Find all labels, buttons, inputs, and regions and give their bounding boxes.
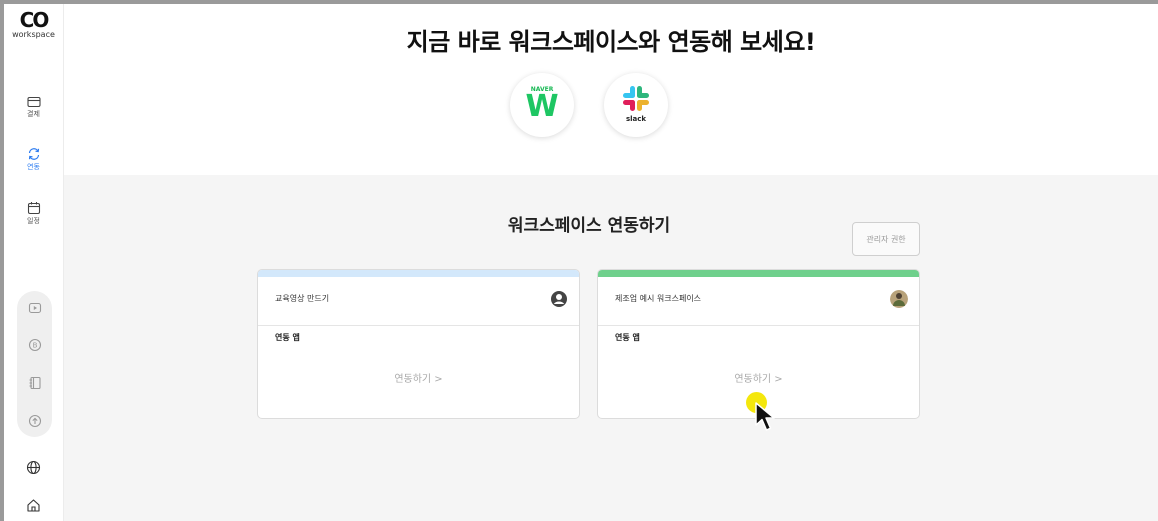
workspace-avatar [890, 290, 908, 308]
card-header: 제조업 예시 워크스페이스 [598, 277, 919, 326]
logo[interactable]: CO workspace [4, 10, 63, 40]
naver-w-glyph: W [525, 89, 559, 124]
logo-text: workspace [12, 30, 55, 39]
mouse-cursor-icon [755, 402, 775, 431]
coin-button[interactable]: B [17, 333, 52, 357]
globe-icon [26, 460, 41, 475]
connected-apps-label: 연동 앱 [275, 333, 300, 342]
slack-label: slack [625, 115, 647, 123]
home-button[interactable] [4, 498, 63, 513]
slack-icon [623, 86, 649, 111]
workspace-name: 제조업 예시 워크스페이스 [615, 294, 702, 303]
card-icon [26, 96, 41, 108]
calendar-icon [27, 202, 40, 215]
sidebar-item-label: 일정 [27, 217, 40, 225]
home-icon [27, 499, 40, 512]
card-color-bar [598, 270, 919, 277]
b-coin-icon: B [28, 338, 41, 352]
header-section: 지금 바로 워크스페이스와 연동해 보세요! NAVER W slack [64, 4, 1158, 175]
upload-button[interactable] [17, 409, 52, 433]
workspace-card[interactable]: 교육영상 만드기 연동 앱 연동하기 > [257, 269, 580, 419]
language-button[interactable] [4, 460, 63, 475]
slack-button[interactable]: slack [604, 73, 668, 137]
sidebar-item-schedule[interactable]: 일정 [4, 201, 63, 226]
section-title: 워크스페이스 연동하기 [507, 216, 671, 236]
upload-icon [28, 414, 41, 428]
integration-section: 워크스페이스 연동하기 관리자 권한 교육영상 만드기 연동 앱 연동하기 > … [64, 175, 1158, 521]
card-header: 교육영상 만드기 [258, 277, 579, 326]
sync-icon [28, 148, 39, 160]
workspace-name: 교육영상 만드기 [275, 294, 330, 303]
sidebar: CO workspace 결제 연동 일정 B [4, 4, 64, 521]
sidebar-item-payment[interactable]: 결제 [4, 96, 63, 119]
connected-apps-label: 연동 앱 [615, 333, 640, 342]
logo-mark: CO [19, 8, 50, 32]
play-icon [28, 302, 41, 314]
admin-permission-button[interactable]: 관리자 권한 [852, 222, 920, 256]
notebook-button[interactable] [17, 371, 52, 395]
connect-link[interactable]: 연동하기 > [598, 370, 919, 385]
play-button[interactable] [17, 296, 52, 320]
notebook-icon [29, 376, 41, 390]
sidebar-item-integration[interactable]: 연동 [4, 147, 63, 172]
svg-text:B: B [32, 342, 37, 350]
tool-group: B [17, 291, 52, 437]
connect-link[interactable]: 연동하기 > [258, 370, 579, 385]
page-title: 지금 바로 워크스페이스와 연동해 보세요! [406, 28, 816, 56]
sidebar-item-label: 연동 [27, 163, 40, 171]
sidebar-item-label: 결제 [27, 110, 40, 118]
user-avatar-icon [551, 291, 567, 307]
naver-works-button[interactable]: NAVER W [510, 73, 574, 137]
card-color-bar [258, 270, 579, 277]
